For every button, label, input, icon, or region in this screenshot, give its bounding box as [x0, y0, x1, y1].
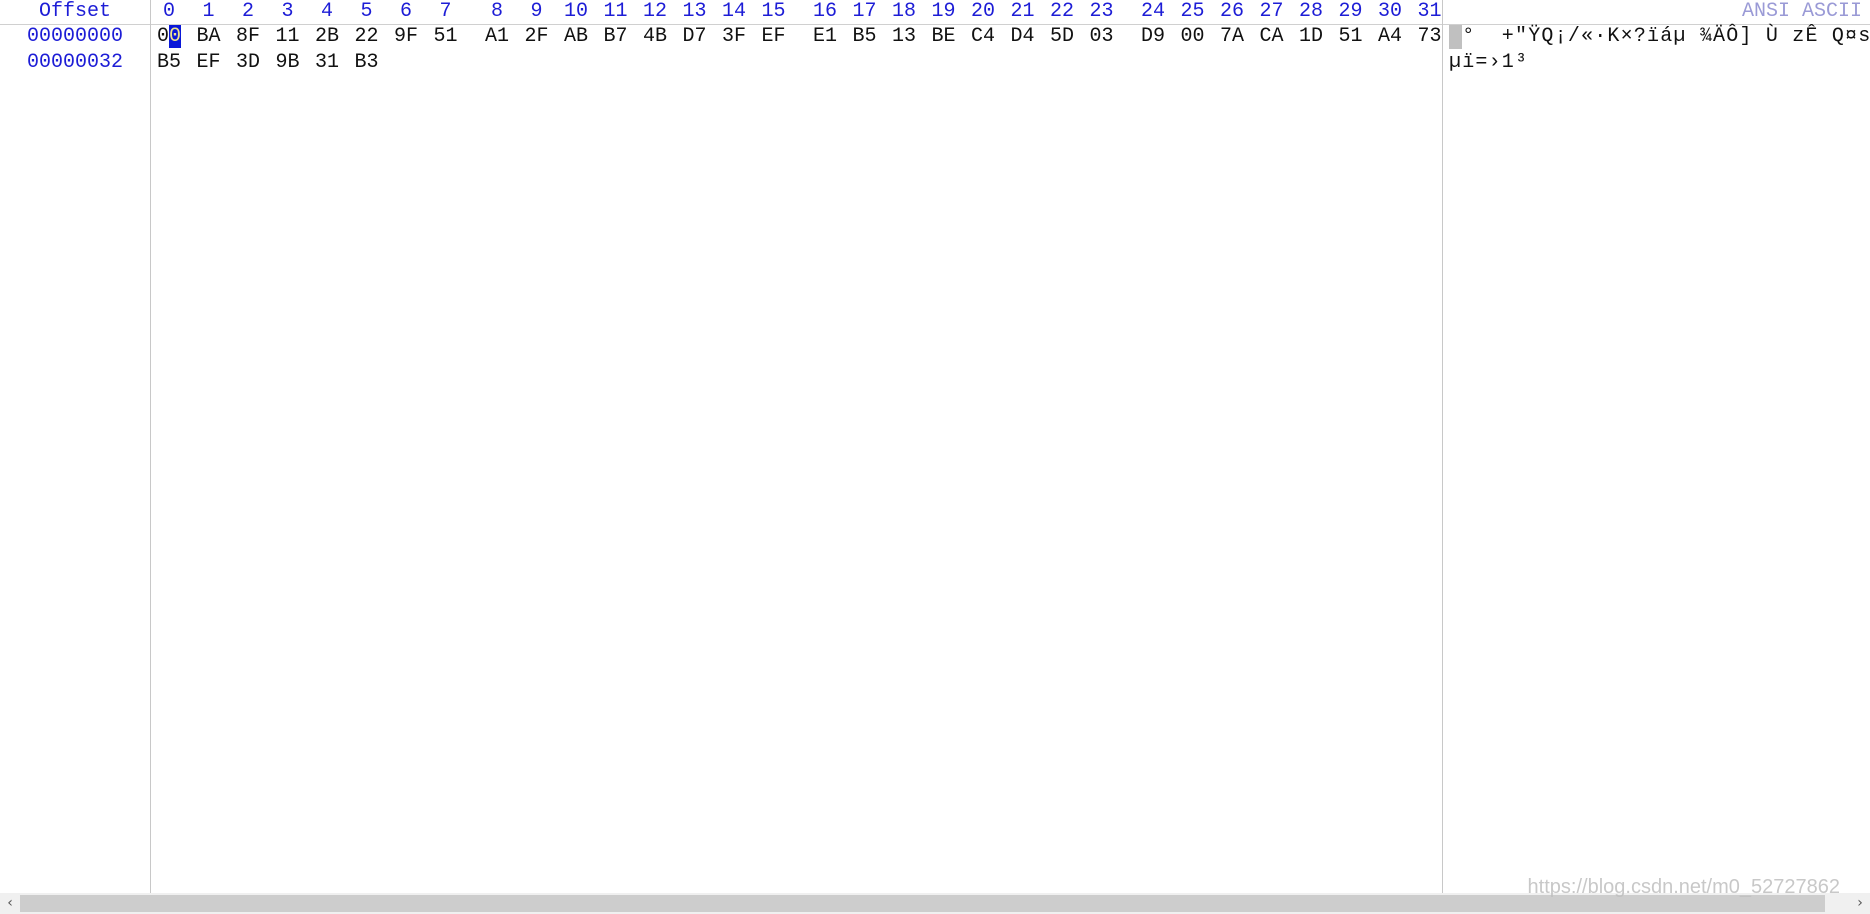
column-number: 11: [603, 0, 628, 23]
hex-byte[interactable]: 11: [276, 24, 302, 50]
hex-cursor[interactable]: 0: [169, 25, 182, 48]
hex-byte[interactable]: BA: [197, 24, 223, 50]
column-number: 17: [852, 0, 877, 23]
column-number: 26: [1219, 0, 1244, 23]
hex-byte[interactable]: 4B: [643, 24, 669, 50]
column-number: 14: [721, 0, 746, 23]
hex-byte[interactable]: 7A: [1220, 24, 1246, 50]
column-number: 3: [281, 0, 294, 23]
column-number: 16: [812, 0, 837, 23]
column-number: 15: [761, 0, 786, 23]
hex-byte[interactable]: 9F: [394, 24, 420, 50]
offset-divider: [150, 0, 151, 893]
column-number: 21: [1010, 0, 1035, 23]
hex-byte[interactable]: 13: [892, 24, 918, 50]
hex-byte[interactable]: C4: [971, 24, 997, 50]
hex-byte[interactable]: B5: [853, 24, 879, 50]
hex-nibble[interactable]: 0: [157, 25, 169, 48]
column-number: 27: [1259, 0, 1284, 23]
column-number: 23: [1089, 0, 1114, 23]
hex-byte[interactable]: 3F: [722, 24, 748, 50]
row-offset: 00000032: [26, 51, 123, 74]
column-number: 4: [320, 0, 333, 23]
hex-byte[interactable]: B7: [604, 24, 630, 50]
hex-byte[interactable]: D7: [683, 24, 709, 50]
column-number: 18: [891, 0, 916, 23]
hex-byte[interactable]: B3: [355, 50, 381, 76]
hex-byte[interactable]: 5D: [1050, 24, 1076, 50]
ascii-divider: [1442, 0, 1443, 893]
chevron-right-icon[interactable]: ›: [1850, 893, 1870, 914]
hex-byte[interactable]: 51: [1339, 24, 1365, 50]
column-number: 7: [439, 0, 452, 23]
hex-byte[interactable]: EF: [197, 50, 223, 76]
offset-header: Offset: [38, 0, 111, 23]
column-number: 9: [530, 0, 543, 23]
ascii-row[interactable]: ° +"ŸQ¡/«·K×?ïáµ ¾ÄÔ] Ù zÊ Q¤s: [1449, 24, 1870, 50]
hex-byte[interactable]: 8F: [236, 24, 262, 50]
hex-byte[interactable]: BE: [932, 24, 958, 50]
hex-byte[interactable]: 2B: [315, 24, 341, 50]
column-number: 2: [241, 0, 254, 23]
hex-byte[interactable]: D4: [1011, 24, 1037, 50]
hex-byte[interactable]: E1: [813, 24, 839, 50]
hex-byte[interactable]: 51: [434, 24, 460, 50]
hex-byte[interactable]: AB: [564, 24, 590, 50]
column-number: 31: [1417, 0, 1442, 23]
column-number: 30: [1377, 0, 1402, 23]
hex-byte[interactable]: A1: [485, 24, 511, 50]
row-offset: 00000000: [26, 25, 123, 48]
hex-byte[interactable]: 31: [315, 50, 341, 76]
chevron-left-icon[interactable]: ‹: [0, 893, 20, 914]
hex-byte[interactable]: 00: [1181, 24, 1207, 50]
column-number: 19: [931, 0, 956, 23]
column-number: 25: [1180, 0, 1205, 23]
column-number: 28: [1298, 0, 1323, 23]
column-number: 0: [162, 0, 175, 23]
hex-byte[interactable]: 00: [157, 24, 183, 50]
column-number: 22: [1049, 0, 1074, 23]
column-number: 13: [682, 0, 707, 23]
hex-byte[interactable]: CA: [1260, 24, 1286, 50]
column-number: 8: [490, 0, 503, 23]
hex-byte[interactable]: 73: [1418, 24, 1444, 50]
hex-byte[interactable]: D9: [1141, 24, 1167, 50]
column-number: 5: [360, 0, 373, 23]
hex-byte[interactable]: 3D: [236, 50, 262, 76]
column-number: 10: [563, 0, 588, 23]
hex-byte[interactable]: 1D: [1299, 24, 1325, 50]
column-number: 6: [399, 0, 412, 23]
hex-byte[interactable]: 03: [1090, 24, 1116, 50]
column-number: 24: [1140, 0, 1165, 23]
hex-byte[interactable]: B5: [157, 50, 183, 76]
hex-byte[interactable]: 2F: [525, 24, 551, 50]
hex-byte[interactable]: EF: [762, 24, 788, 50]
column-number: 29: [1338, 0, 1363, 23]
ascii-header: ANSI ASCII: [1741, 0, 1862, 23]
hex-byte[interactable]: A4: [1378, 24, 1404, 50]
ascii-row[interactable]: µï=›1³: [1449, 50, 1528, 76]
column-number: 12: [642, 0, 667, 23]
hex-byte[interactable]: 9B: [276, 50, 302, 76]
watermark: https://blog.csdn.net/m0_52727862: [1527, 876, 1840, 898]
hex-byte[interactable]: 22: [355, 24, 381, 50]
column-number: 1: [202, 0, 215, 23]
column-number: 20: [970, 0, 995, 23]
